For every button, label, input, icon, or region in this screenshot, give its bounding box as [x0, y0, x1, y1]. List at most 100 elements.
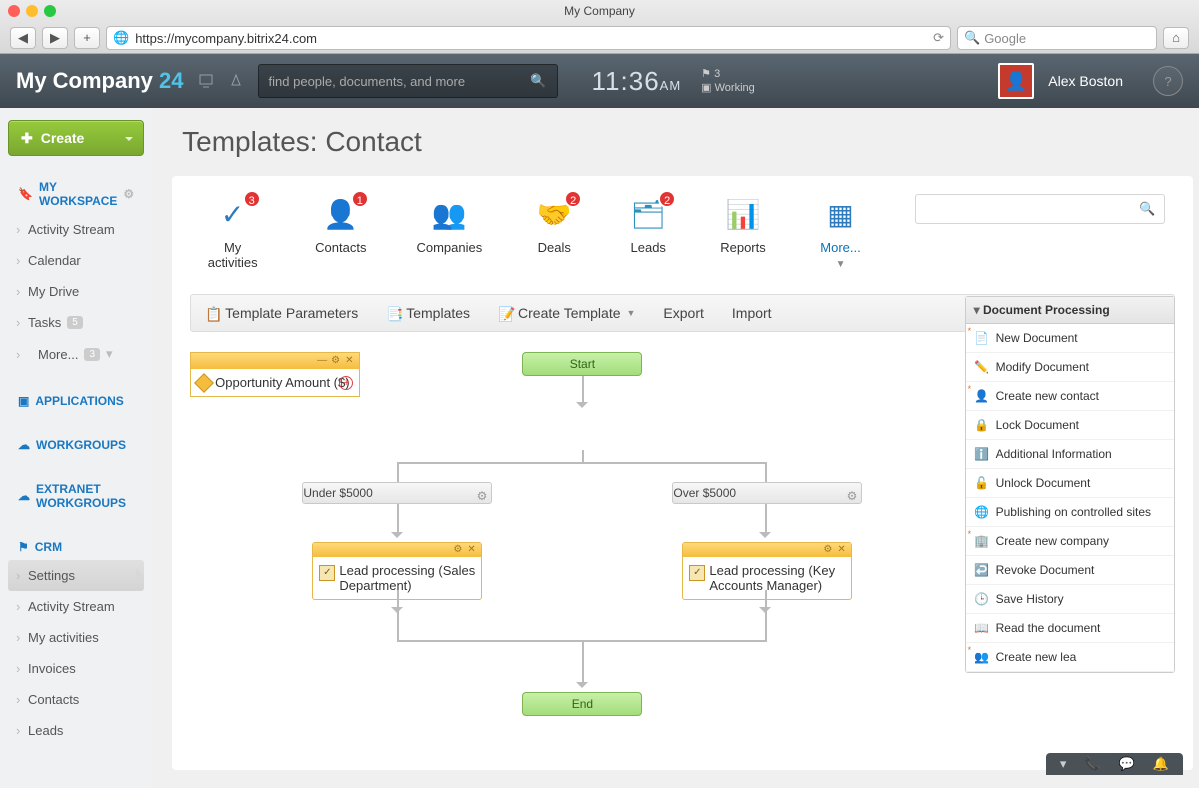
- nav-item-my-activities[interactable]: My activities: [8, 622, 144, 653]
- doc-icon: 🌐: [974, 504, 990, 520]
- chevron-down-icon[interactable]: ▾: [1060, 756, 1067, 772]
- action-label: Template Parameters: [225, 305, 358, 321]
- tab-my-activities[interactable]: ✓3My activities: [200, 194, 265, 270]
- nav-item-label: Activity Stream: [28, 222, 115, 237]
- bookmarks-button[interactable]: ⌂: [1163, 27, 1189, 49]
- close-icon[interactable]: ✕: [837, 545, 847, 555]
- nav-item-activity-stream[interactable]: Activity Stream: [8, 214, 144, 245]
- tab-search[interactable]: 🔍: [915, 194, 1164, 224]
- tab-leads[interactable]: 🗂2Leads: [626, 194, 670, 255]
- tab-more-[interactable]: ▦More... ▼: [816, 194, 866, 270]
- url-bar[interactable]: 🌐 https://mycompany.bitrix24.com ⟳: [106, 26, 951, 50]
- rp-item-read-the-document[interactable]: 📖Read the document: [966, 614, 1174, 643]
- rp-item-unlock-document[interactable]: 🔓Unlock Document: [966, 469, 1174, 498]
- badge: 2: [564, 190, 582, 208]
- tab-companies[interactable]: 👥Companies: [416, 194, 482, 255]
- rp-item-label: Create new lea: [996, 650, 1077, 664]
- action-export[interactable]: Export: [663, 305, 703, 321]
- tabstrip: ✓3My activities 👤1Contacts 👥Companies 🤝2Dea…: [190, 194, 1174, 294]
- rp-item-create-new-company[interactable]: *🏢Create new company: [966, 527, 1174, 556]
- plus-icon: ✚: [21, 130, 33, 147]
- monitor-icon[interactable]: [198, 73, 214, 89]
- browser-search[interactable]: 🔍 Google: [957, 26, 1157, 50]
- nav-item-contacts[interactable]: Contacts: [8, 684, 144, 715]
- nav-heading-crm[interactable]: ⚑ CRM: [8, 534, 144, 560]
- gear-icon[interactable]: ⚙: [331, 356, 341, 366]
- notification-icon[interactable]: 🔔: [1153, 756, 1169, 772]
- nav-heading-workgroups[interactable]: ☁ WORKGROUPS: [8, 432, 144, 458]
- wf-branch-right[interactable]: Over $5000 ⚙: [672, 482, 862, 504]
- rp-item-modify-document[interactable]: ✏️Modify Document: [966, 353, 1174, 382]
- zoom-window-icon[interactable]: [44, 5, 56, 17]
- tab-icon: 🗂2: [626, 194, 670, 234]
- action-template-parameters[interactable]: 📋 Template Parameters: [205, 305, 358, 321]
- rp-item-create-new-lea[interactable]: *👥Create new lea: [966, 643, 1174, 672]
- panel-heading[interactable]: Document Processing: [966, 297, 1174, 324]
- wf-end[interactable]: End: [522, 692, 642, 716]
- close-icon[interactable]: ✕: [467, 545, 477, 555]
- add-branch-icon[interactable]: +: [339, 376, 353, 390]
- minimize-icon[interactable]: —: [317, 356, 327, 366]
- forward-button[interactable]: ▶: [42, 27, 68, 49]
- nav-item-settings[interactable]: Settings: [8, 560, 144, 591]
- chat-icon[interactable]: 💬: [1119, 756, 1135, 772]
- create-button[interactable]: ✚ Create: [8, 120, 144, 156]
- wf-branch-left[interactable]: Under $5000 ⚙: [302, 482, 492, 504]
- wf-proc-right[interactable]: ⚙ ✕ Lead processing (Key Accounts Manage…: [682, 542, 852, 600]
- tab-contacts[interactable]: 👤1Contacts: [315, 194, 366, 255]
- create-label: Create: [41, 130, 85, 146]
- nav-item-tasks[interactable]: Tasks5: [8, 307, 144, 338]
- brand-suffix: 24: [159, 68, 183, 93]
- rp-item-revoke-document[interactable]: ↩️Revoke Document: [966, 556, 1174, 585]
- wf-start[interactable]: Start: [522, 352, 642, 376]
- tab-icon: 📊: [721, 194, 765, 234]
- gear-icon[interactable]: ⚙: [453, 545, 463, 555]
- action-icon: 📋: [205, 306, 219, 320]
- status-block[interactable]: ⚑ 3 ▣ Working: [701, 67, 755, 95]
- rp-item-create-new-contact[interactable]: *👤Create new contact: [966, 382, 1174, 411]
- branch-left-label: Under $5000: [303, 486, 372, 500]
- action-import[interactable]: Import: [732, 305, 772, 321]
- rp-item-lock-document[interactable]: 🔒Lock Document: [966, 411, 1174, 440]
- brand[interactable]: My Company 24: [16, 68, 184, 94]
- reload-icon[interactable]: ⟳: [933, 30, 944, 46]
- action-templates[interactable]: 📑Templates: [386, 305, 470, 321]
- nav-item-invoices[interactable]: Invoices: [8, 653, 144, 684]
- tab-reports[interactable]: 📊Reports: [720, 194, 766, 255]
- close-icon[interactable]: ✕: [345, 356, 355, 366]
- nav-heading-extranet-workgroups[interactable]: ☁ EXTRANET WORKGROUPS: [8, 476, 144, 516]
- nav-item-calendar[interactable]: Calendar: [8, 245, 144, 276]
- help-button[interactable]: ?: [1153, 66, 1183, 96]
- rp-item-label: Lock Document: [996, 418, 1079, 432]
- rp-item-additional-information[interactable]: ℹ️Additional Information: [966, 440, 1174, 469]
- nav-heading-applications[interactable]: ▣ APPLICATIONS: [8, 388, 144, 414]
- gear-icon[interactable]: ⚙: [477, 486, 488, 506]
- back-button[interactable]: ◀: [10, 27, 36, 49]
- badge: 2: [658, 190, 676, 208]
- bell-icon[interactable]: [228, 73, 244, 89]
- global-search[interactable]: find people, documents, and more 🔍: [258, 64, 558, 98]
- gear-icon[interactable]: ⚙: [823, 545, 833, 555]
- gear-icon[interactable]: ⚙: [123, 187, 134, 201]
- nav-item-leads[interactable]: Leads: [8, 715, 144, 746]
- add-bookmark-button[interactable]: +: [74, 27, 100, 49]
- avatar[interactable]: 👤: [998, 63, 1034, 99]
- gear-icon[interactable]: ⚙: [847, 486, 858, 506]
- minimize-window-icon[interactable]: [26, 5, 38, 17]
- star-icon: *: [968, 529, 972, 539]
- rp-item-new-document[interactable]: *📄New Document: [966, 324, 1174, 353]
- rp-item-publishing-on-controlled-sites[interactable]: 🌐Publishing on controlled sites: [966, 498, 1174, 527]
- nav-item-my-drive[interactable]: My Drive: [8, 276, 144, 307]
- username[interactable]: Alex Boston: [1048, 73, 1123, 89]
- rp-item-label: Revoke Document: [996, 563, 1095, 577]
- nav-heading-my-workspace[interactable]: 🔖 MY WORKSPACE⚙: [8, 174, 144, 214]
- tab-deals[interactable]: 🤝2Deals: [532, 194, 576, 255]
- phone-icon[interactable]: 📞: [1084, 756, 1100, 772]
- rp-item-save-history[interactable]: 🕒Save History: [966, 585, 1174, 614]
- close-window-icon[interactable]: [8, 5, 20, 17]
- nav-item-more-[interactable]: More...3 ▾: [8, 338, 144, 370]
- bookmark-icon: 🔖: [18, 187, 33, 201]
- wf-decision[interactable]: — ⚙ ✕ Opportunity Amount ($) +: [190, 352, 360, 397]
- nav-item-activity-stream[interactable]: Activity Stream: [8, 591, 144, 622]
- action-create-template[interactable]: 📝Create Template ▼: [498, 305, 635, 321]
